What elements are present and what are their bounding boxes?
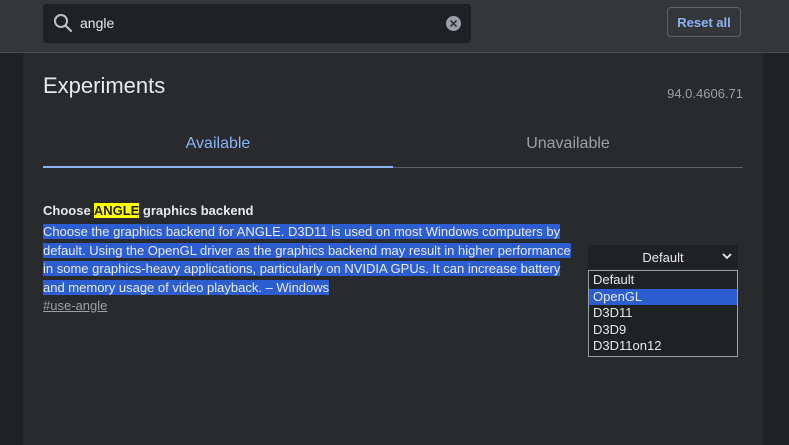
page-title: Experiments: [43, 73, 166, 98]
select-value: Default: [642, 249, 684, 265]
experiment-description: Choose the graphics backend for ANGLE. D…: [43, 223, 573, 297]
dropdown-option-d3d11[interactable]: D3D11: [589, 305, 737, 322]
dropdown-option-opengl[interactable]: OpenGL: [589, 288, 737, 305]
dropdown-option-d3d11on12[interactable]: D3D11on12: [589, 338, 737, 355]
search-icon: [54, 14, 73, 33]
experiment-title: Choose ANGLE graphics backend: [43, 203, 253, 218]
version-label: 94.0.4606.71: [667, 86, 743, 101]
top-toolbar: angle Reset all: [0, 0, 789, 53]
experiments-panel: Experiments 94.0.4606.71 Available Unava…: [23, 53, 763, 445]
chevron-down-icon: [722, 253, 732, 260]
search-match-highlight: ANGLE: [93, 203, 140, 218]
reset-all-button[interactable]: Reset all: [667, 7, 741, 37]
selected-description-text: Choose the graphics backend for ANGLE. D…: [43, 224, 571, 295]
experiment-title-suffix: graphics backend: [139, 203, 254, 218]
experiment-title-prefix: Choose: [43, 203, 94, 218]
dropdown-option-default[interactable]: Default: [589, 272, 737, 289]
clear-icon[interactable]: [445, 15, 462, 32]
experiment-permalink[interactable]: #use-angle: [43, 298, 107, 313]
tab-unavailable[interactable]: Unavailable: [393, 121, 743, 168]
dropdown-option-d3d9[interactable]: D3D9: [589, 322, 737, 339]
tab-available[interactable]: Available: [43, 121, 393, 168]
search-input[interactable]: angle: [80, 15, 114, 31]
backend-dropdown-list: Default OpenGL D3D11 D3D9 D3D11on12: [588, 270, 738, 357]
search-box[interactable]: angle: [43, 4, 471, 43]
backend-select[interactable]: Default: [588, 245, 738, 269]
